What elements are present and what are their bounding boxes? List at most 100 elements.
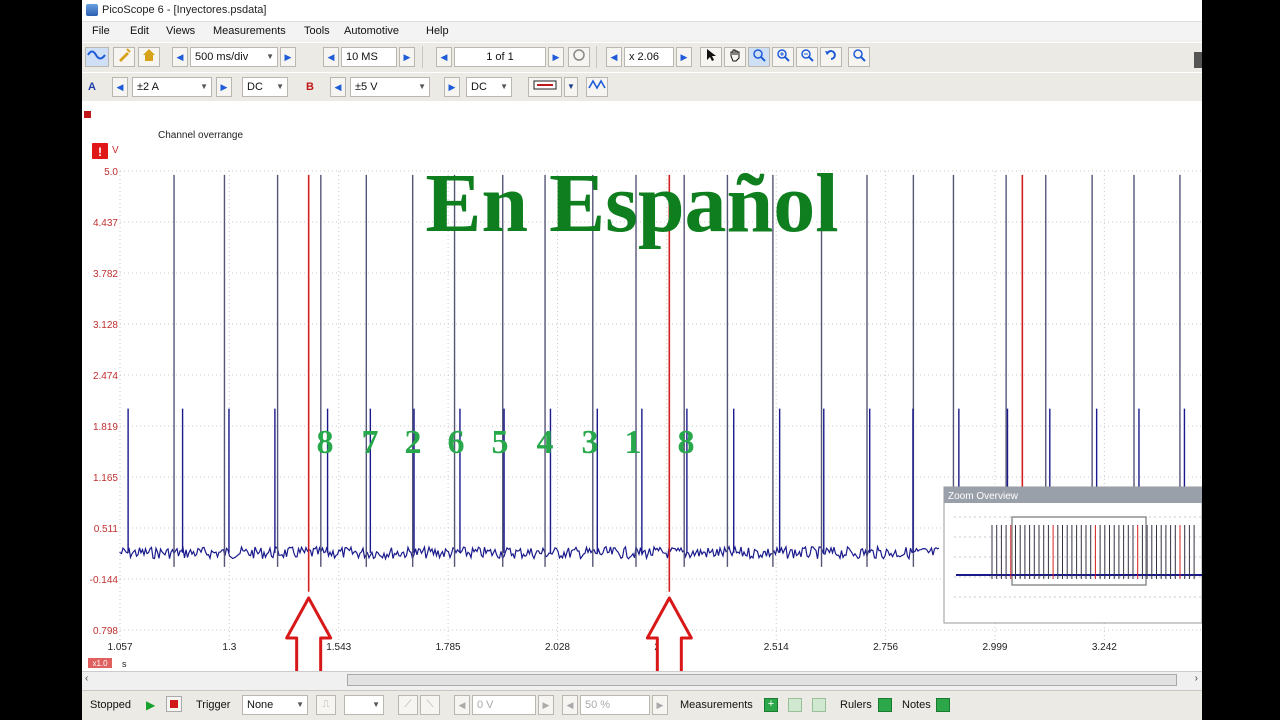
chevron-down-icon: ▼ [296, 700, 304, 709]
delete-measurement-icon[interactable] [812, 698, 826, 712]
pretrigger-decrease-button[interactable]: ◀ [562, 695, 578, 715]
trigger-mode-select[interactable]: None ▼ [242, 695, 308, 715]
falling-edge-button[interactable]: ⟍ [420, 695, 440, 715]
timebase-select[interactable]: 500 ms/div ▼ [190, 47, 278, 67]
channel-toolbar: A ◀ ±2 A ▼ ▶ DC ▼ B ◀ ±5 V ▼ ▶ DC ▼ ▼ [82, 72, 1202, 103]
menu-automotive[interactable]: Automotive [344, 25, 399, 37]
measurements-label: Measurements [680, 699, 753, 711]
samples-increase-button[interactable]: ▶ [399, 47, 415, 67]
channel-a-range-increase-button[interactable]: ▶ [216, 77, 232, 97]
rulers-icon[interactable] [878, 698, 892, 712]
cylinder-number: 2 [405, 424, 422, 461]
samples-select[interactable]: 10 MS [341, 47, 397, 67]
channel-a-range-select[interactable]: ±2 A ▼ [132, 77, 212, 97]
window-title: PicoScope 6 - [Inyectores.psdata] [102, 4, 267, 16]
zoom-level-field[interactable]: x 2.06 [624, 47, 674, 67]
navigator-icon [573, 49, 585, 61]
menu-edit[interactable]: Edit [130, 25, 149, 37]
scroll-right-icon[interactable]: › [1195, 673, 1198, 684]
buffer-index-field[interactable]: 1 of 1 [454, 47, 546, 67]
scrollbar-thumb[interactable] [347, 674, 1177, 686]
zoom-out-button[interactable] [796, 47, 818, 67]
samples-decrease-button[interactable]: ◀ [323, 47, 339, 67]
start-capture-icon[interactable]: ▶ [146, 698, 155, 712]
zoom-fit-icon [853, 49, 866, 62]
overlay-title: En Español [425, 157, 838, 250]
menu-measurements[interactable]: Measurements [213, 25, 286, 37]
y-tick-label: -0.144 [90, 575, 119, 586]
y-tick-label: 5.0 [104, 167, 118, 178]
channel-a-range-value: ±2 A [137, 81, 159, 93]
y-tick-label: 0.798 [93, 626, 118, 637]
probe-button[interactable] [113, 47, 135, 67]
zoom-increase-button[interactable]: ▶ [676, 47, 692, 67]
zoom-overview-panel[interactable] [943, 486, 1202, 624]
home-button[interactable] [138, 47, 160, 67]
edit-measurement-icon[interactable] [788, 698, 802, 712]
trigger-level-value: 0 V [477, 699, 494, 711]
channel-b-axis-marker [84, 111, 91, 118]
channel-a-range-decrease-button[interactable]: ◀ [112, 77, 128, 97]
rising-edge-button[interactable]: ⟋ [398, 695, 418, 715]
timebase-decrease-button[interactable]: ◀ [172, 47, 188, 67]
horizontal-scrollbar[interactable]: ‹ › [82, 671, 1202, 689]
x-tick-label: 2.028 [545, 642, 570, 653]
channel-b-range-select[interactable]: ±5 V ▼ [350, 77, 430, 97]
x-tick-label: 2.514 [764, 642, 789, 653]
menu-help[interactable]: Help [426, 25, 449, 37]
zoom-area-button[interactable] [748, 47, 770, 67]
menu-tools[interactable]: Tools [304, 25, 330, 37]
cylinder-number: 4 [537, 424, 554, 461]
signal-generator-icon [588, 79, 606, 90]
timebase-increase-button[interactable]: ▶ [280, 47, 296, 67]
x-tick-label: 2.999 [982, 642, 1007, 653]
buffer-next-button[interactable]: ▶ [548, 47, 564, 67]
undo-zoom-button[interactable] [820, 47, 842, 67]
cylinder-number: 7 [362, 424, 379, 461]
cylinder-number: 8 [678, 424, 695, 461]
trigger-level-increase-button[interactable]: ▶ [538, 695, 554, 715]
trigger-channel-select[interactable]: ▼ [344, 695, 384, 715]
home-icon [143, 49, 155, 61]
pretrigger-field[interactable]: 50 % [580, 695, 650, 715]
probe-icon [119, 48, 131, 62]
signal-generator-button[interactable] [586, 77, 608, 97]
channel-b-range-decrease-button[interactable]: ◀ [330, 77, 346, 97]
add-measurement-icon[interactable]: + [764, 698, 778, 712]
oscilloscope-chart[interactable]: 5.0 4.437 3.782 3.128 2.474 1.819 1.165 0.511 -0… [82, 101, 1202, 671]
x-tick-label: 1.785 [436, 642, 461, 653]
pretrigger-value: 50 % [585, 699, 611, 711]
select-tool-button[interactable] [700, 47, 722, 67]
trigger-level-field[interactable]: 0 V [472, 695, 536, 715]
hand-tool-button[interactable] [724, 47, 746, 67]
channel-a-coupling-select[interactable]: DC ▼ [242, 77, 288, 97]
menu-file[interactable]: File [92, 25, 110, 37]
scope-view[interactable]: 5.0 4.437 3.782 3.128 2.474 1.819 1.165 0.511 -0… [82, 101, 1202, 671]
zoom-decrease-button[interactable]: ◀ [606, 47, 622, 67]
channel-b-coupling-select[interactable]: DC ▼ [466, 77, 512, 97]
pretrigger-increase-button[interactable]: ▶ [652, 695, 668, 715]
notes-icon[interactable] [936, 698, 950, 712]
scroll-left-icon[interactable]: ‹ [85, 673, 88, 684]
buffer-previous-button[interactable]: ◀ [436, 47, 452, 67]
exclamation-icon: ! [98, 145, 102, 159]
trigger-mode-value: None [247, 699, 274, 711]
picoscope-app-icon [86, 4, 98, 16]
channel-options-button[interactable] [528, 77, 562, 97]
scope-mode-button[interactable] [85, 47, 109, 67]
channel-b-range-increase-button[interactable]: ▶ [444, 77, 460, 97]
cylinder-number: 1 [625, 424, 642, 461]
stop-icon [170, 700, 178, 708]
zoom-in-button[interactable] [772, 47, 794, 67]
chevron-down-icon: ▼ [200, 82, 208, 91]
y-tick-label: 2.474 [93, 371, 118, 382]
up-arrow-icon [285, 596, 333, 671]
buffer-navigator-button[interactable] [568, 47, 590, 67]
stop-capture-button[interactable] [166, 696, 182, 712]
trigger-edge-button[interactable]: ⎍ [316, 695, 336, 715]
channel-options-dropdown[interactable]: ▼ [564, 77, 578, 97]
trigger-level-decrease-button[interactable]: ◀ [454, 695, 470, 715]
cylinder-number: 8 [317, 424, 334, 461]
menu-views[interactable]: Views [166, 25, 195, 37]
zoom-to-fit-button[interactable] [848, 47, 870, 67]
